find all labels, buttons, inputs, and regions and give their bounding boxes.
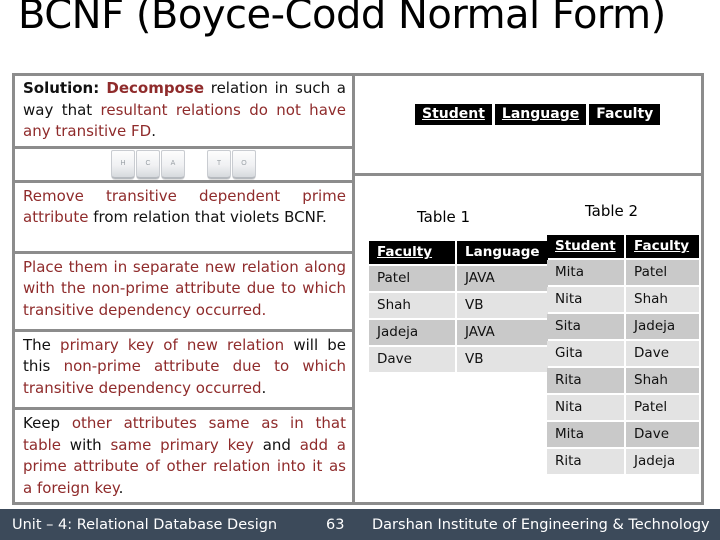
key-group-to: TO [207, 149, 256, 179]
table-cell: Shah [626, 287, 699, 312]
solution-label: Solution: [23, 79, 100, 97]
original-relation-header: Student Language Faculty [415, 104, 661, 125]
rule-4-cell: Keep other attributes same as in that ta… [15, 407, 352, 502]
table-row: Patel JAVA [369, 266, 548, 291]
footer-institute-label: Darshan Institute of Engineering & Techn… [372, 516, 710, 533]
right-column: Student Language Faculty Table 1 Table 2 F… [355, 76, 701, 502]
table-cell: JAVA [457, 266, 548, 291]
solution-part4: . [151, 122, 156, 140]
table-cell: Dave [369, 347, 455, 372]
rule-3-segment-1: The [23, 335, 61, 354]
table-cell: Gita [547, 341, 625, 366]
table-row: Rita Jadeja [547, 449, 699, 474]
table-header-row: Faculty Language [369, 241, 548, 264]
keyboard-key-o-icon: O [232, 149, 256, 179]
table-2: Student Faculty Mita Patel Nita Shah Sita Jadej… [545, 233, 701, 476]
table-cell: Dave [626, 341, 699, 366]
decomposed-tables-cell: Table 1 Table 2 Faculty Language Patel JAVA… [355, 176, 701, 502]
table-2-caption: Table 2 [585, 202, 639, 220]
table-1-header-language: Language [457, 241, 548, 264]
content-frame: Solution: Decompose relation in such a w… [12, 73, 704, 505]
rule-2-cell: Place them in separate new relation alon… [15, 250, 352, 329]
page-title: BCNF (Boyce-Codd Normal Form) [18, 0, 666, 38]
table-row: Nita Shah [547, 287, 699, 312]
keyboard-key-a-icon: A [161, 149, 185, 179]
table-cell: Mita [547, 422, 625, 447]
table-2-header-student: Student [547, 235, 625, 258]
table-row: Jadeja JAVA [369, 320, 548, 345]
original-relation-column-faculty: Faculty [589, 104, 661, 125]
table-cell: JAVA [457, 320, 548, 345]
table-cell: VB [457, 293, 548, 318]
table-row: Mita Patel [547, 260, 699, 285]
table-cell: Rita [547, 449, 625, 474]
rule-1-segment-2: from relation that violets BCNF. [88, 208, 327, 227]
table-cell: Nita [547, 395, 625, 420]
rule-4-segment-7: . [118, 478, 124, 497]
table-cell: Rita [547, 368, 625, 393]
table-2-header-faculty: Faculty [626, 235, 699, 258]
table-cell: Jadeja [626, 449, 699, 474]
footer-page-number: 63 [326, 516, 345, 533]
keyboard-keys-illustration: HCA TO [15, 145, 352, 180]
table-1-header-faculty: Faculty [369, 241, 455, 264]
rule-4-segment-4: same primary key [110, 435, 254, 454]
rule-3-segment-4: non-prime attribute due to which transit… [23, 357, 347, 397]
solution-cell: Solution: Decompose relation in such a w… [15, 76, 352, 146]
table-cell: Shah [369, 293, 455, 318]
table-cell: Dave [626, 422, 699, 447]
table-cell: Sita [547, 314, 625, 339]
table-row: Gita Dave [547, 341, 699, 366]
key-group-hca: HCA [111, 149, 185, 179]
table-cell: Patel [626, 395, 699, 420]
table-cell: Nita [547, 287, 625, 312]
table-row: Nita Patel [547, 395, 699, 420]
table-row: Shah VB [369, 293, 548, 318]
table-cell: VB [457, 347, 548, 372]
table-1-caption: Table 1 [417, 208, 471, 226]
solution-part1: Decompose [99, 79, 205, 97]
table-1: Faculty Language Patel JAVA Shah VB Jadeja JAVA… [367, 239, 550, 374]
table-row: Sita Jadeja [547, 314, 699, 339]
keyboard-key-h-icon: H [111, 149, 135, 179]
original-relation-cell: Student Language Faculty [355, 76, 701, 176]
table-row: Mita Dave [547, 422, 699, 447]
rule-3-segment-5: . [261, 378, 267, 397]
rule-3-segment-2: primary key of new relation [60, 335, 285, 354]
table-cell: Jadeja [626, 314, 699, 339]
keyboard-key-c-icon: C [136, 149, 160, 179]
table-cell: Patel [626, 260, 699, 285]
rule-4-segment-5: and [253, 435, 300, 454]
slide-canvas: BCNF (Boyce-Codd Normal Form) Solution: … [0, 0, 720, 540]
rule-2-segment-1: Place them in separate new relation alon… [23, 257, 346, 319]
original-relation-column-language: Language [494, 104, 587, 125]
table-cell: Shah [626, 368, 699, 393]
table-cell: Patel [369, 266, 455, 291]
keyboard-key-t-icon: T [207, 149, 231, 179]
rule-3-cell: The primary key of new relation will be … [15, 328, 352, 407]
table-cell: Mita [547, 260, 625, 285]
slide-footer: Unit – 4: Relational Database Design 63 … [0, 509, 720, 540]
rule-1-cell: Remove transitive dependent prime attrib… [15, 179, 352, 251]
rule-4-segment-3: with [61, 435, 111, 454]
original-relation-column-student: Student [415, 104, 492, 125]
left-column: Solution: Decompose relation in such a w… [15, 76, 355, 502]
table-header-row: Student Faculty [547, 235, 699, 258]
table-row: Dave VB [369, 347, 548, 372]
rule-4-segment-1: Keep [23, 414, 72, 432]
table-row: Rita Shah [547, 368, 699, 393]
footer-unit-label: Unit – 4: Relational Database Design [12, 516, 278, 533]
table-cell: Jadeja [369, 320, 455, 345]
